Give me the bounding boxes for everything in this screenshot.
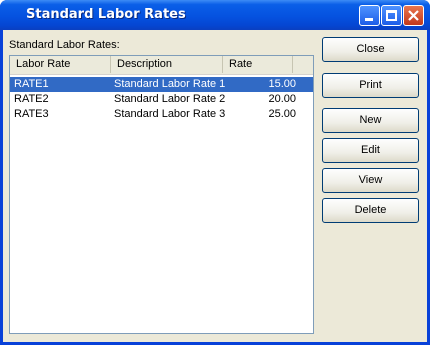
title-bar[interactable]: Standard Labor Rates (0, 0, 430, 30)
column-header-rate[interactable]: Rate (223, 56, 293, 73)
dialog-window: Standard Labor Rates Standard Labor Rate… (0, 0, 430, 345)
minimize-icon (365, 18, 373, 21)
cell-labor-rate: RATE3 (14, 108, 49, 120)
cell-description: Standard Labor Rate 2 (114, 93, 226, 105)
maximize-button[interactable] (381, 5, 402, 26)
cell-rate: 20.00 (268, 93, 296, 105)
cell-labor-rate: RATE1 (14, 78, 49, 90)
table-row[interactable]: RATE3 Standard Labor Rate 3 25.00 (10, 107, 313, 122)
close-button[interactable]: Close (322, 37, 419, 62)
list-header: Labor Rate Description Rate (10, 56, 313, 75)
column-header-labor-rate[interactable]: Labor Rate (10, 56, 111, 73)
window-title: Standard Labor Rates (26, 7, 186, 22)
cell-rate: 15.00 (268, 78, 296, 90)
cell-description: Standard Labor Rate 1 (114, 78, 226, 90)
table-row[interactable]: RATE1 Standard Labor Rate 1 15.00 (10, 77, 313, 92)
minimize-button[interactable] (359, 5, 380, 26)
delete-button[interactable]: Delete (322, 198, 419, 223)
list-label: Standard Labor Rates: (9, 39, 120, 51)
maximize-icon (386, 10, 397, 21)
view-button[interactable]: View (322, 168, 419, 193)
edit-button[interactable]: Edit (322, 138, 419, 163)
table-row[interactable]: RATE2 Standard Labor Rate 2 20.00 (10, 92, 313, 107)
cell-description: Standard Labor Rate 3 (114, 108, 226, 120)
close-icon (408, 10, 419, 21)
cell-labor-rate: RATE2 (14, 93, 49, 105)
rates-list[interactable]: Labor Rate Description Rate RATE1 Standa… (9, 55, 314, 334)
close-window-button[interactable] (403, 5, 424, 26)
cell-rate: 25.00 (268, 108, 296, 120)
dialog-body: Standard Labor Rates: Labor Rate Descrip… (3, 30, 427, 342)
column-header-description[interactable]: Description (111, 56, 223, 73)
new-button[interactable]: New (322, 108, 419, 133)
print-button[interactable]: Print (322, 73, 419, 98)
